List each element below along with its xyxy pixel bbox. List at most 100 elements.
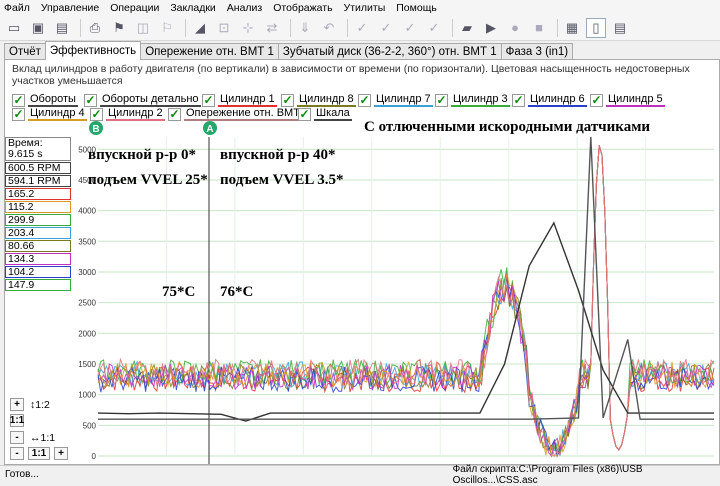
save-as-icon[interactable]: ▤ bbox=[52, 18, 72, 38]
menu-item-3[interactable]: Закладки bbox=[170, 2, 215, 14]
horizontal-ratio-label: ↔1:1 bbox=[30, 431, 56, 444]
menu-item-6[interactable]: Утилиты bbox=[344, 2, 386, 14]
legend-checkbox-icon[interactable]: ✓ bbox=[298, 107, 311, 121]
readout-value-6: 80.66 bbox=[5, 240, 71, 252]
legend-checkbox-icon[interactable]: ✓ bbox=[435, 93, 448, 107]
legend-label: Цилиндр 1 bbox=[218, 93, 277, 107]
tab-0[interactable]: Отчёт bbox=[4, 43, 46, 60]
marker-b-label: B bbox=[92, 124, 99, 135]
legend-item-5[interactable]: ✓ Цилиндр 3 bbox=[435, 93, 510, 107]
zoom-vertical-out-row: - ↔1:1 bbox=[10, 431, 55, 444]
annotation-left-lift: подъем VVEL 25* bbox=[88, 172, 208, 188]
annotation-right-valve: впускной р-р 40* bbox=[220, 147, 336, 163]
zoom-icon[interactable]: ⊡ bbox=[214, 18, 234, 38]
legend-checkbox-icon[interactable]: ✓ bbox=[512, 93, 525, 107]
annotation-left-valve: впускной р-р 0* bbox=[88, 147, 197, 163]
check-prev-icon[interactable]: ✓ bbox=[424, 18, 444, 38]
zoom-vertical-reset-row: 1:1 bbox=[10, 414, 24, 427]
legend-label: Цилиндр 3 bbox=[451, 93, 510, 107]
legend-label: Шкала bbox=[314, 107, 352, 121]
value-readouts: Время: 9.615 s 600.5 RPM 594.1 RPM 165.2 11… bbox=[5, 137, 71, 292]
readout-value-9: 147.9 bbox=[5, 279, 71, 291]
legend-label: Цилиндр 8 bbox=[297, 93, 356, 107]
legend-checkbox-icon[interactable]: ✓ bbox=[590, 93, 603, 107]
tab-2[interactable]: Опережение отн. ВМТ 1 bbox=[140, 43, 279, 60]
record-icon[interactable]: ● bbox=[505, 18, 525, 38]
legend-label: Цилиндр 4 bbox=[28, 107, 87, 121]
legend-label: Обороты детально bbox=[100, 93, 201, 107]
zoom-out-vertical-button[interactable]: - bbox=[10, 431, 24, 444]
legend-checkbox-icon[interactable]: ✓ bbox=[12, 107, 25, 121]
zoom-in-horizontal-button[interactable]: + bbox=[54, 447, 68, 460]
zoom-in-vertical-button[interactable]: + bbox=[10, 398, 24, 411]
report-icon[interactable]: ▤ bbox=[610, 18, 630, 38]
tab-4[interactable]: Фаза 3 (in1) bbox=[500, 43, 574, 60]
zoom-reset-vertical-button[interactable]: 1:1 bbox=[10, 414, 24, 427]
legend-checkbox-icon[interactable]: ✓ bbox=[202, 93, 215, 107]
marker-a-label: A bbox=[206, 124, 213, 135]
legend-item-4[interactable]: ✓ Цилиндр 7 bbox=[358, 93, 433, 107]
legend-checkbox-icon[interactable]: ✓ bbox=[358, 93, 371, 107]
zoom-out-horizontal-button[interactable]: - bbox=[10, 447, 24, 460]
new-file-icon[interactable]: ▭ bbox=[4, 18, 24, 38]
zoom-reset-horizontal-button[interactable]: 1:1 bbox=[28, 447, 50, 460]
stop-icon[interactable]: ■ bbox=[529, 18, 549, 38]
check-icon[interactable]: ✓ bbox=[352, 18, 372, 38]
legend-label: Цилиндр 7 bbox=[374, 93, 433, 107]
legend-item-0[interactable]: ✓ Обороты bbox=[12, 93, 78, 107]
menu-item-4[interactable]: Анализ bbox=[227, 2, 262, 14]
legend-item-8[interactable]: ✓ Цилиндр 4 bbox=[12, 107, 87, 121]
flag-icon[interactable]: ⚐ bbox=[157, 18, 177, 38]
legend-checkbox-icon[interactable]: ✓ bbox=[281, 93, 294, 107]
cursor-icon[interactable]: ⊹ bbox=[238, 18, 258, 38]
pan-icon[interactable]: ⇄ bbox=[262, 18, 282, 38]
legend-item-3[interactable]: ✓ Цилиндр 8 bbox=[281, 93, 356, 107]
legend-item-2[interactable]: ✓ Цилиндр 1 bbox=[202, 93, 277, 107]
tab-1[interactable]: Эффективность bbox=[44, 41, 142, 60]
check-next-icon[interactable]: ✓ bbox=[400, 18, 420, 38]
menu-item-7[interactable]: Помощь bbox=[396, 2, 437, 14]
readout-value-8: 104.2 bbox=[5, 266, 71, 278]
annotation-left-temp: 75*С bbox=[162, 284, 196, 300]
readout-value-1: 594.1 RPM bbox=[5, 175, 71, 187]
check-all-icon[interactable]: ✓ bbox=[376, 18, 396, 38]
menu-item-5[interactable]: Отображать bbox=[273, 2, 332, 14]
cursor-markers: B A bbox=[89, 121, 217, 135]
menu-item-1[interactable]: Управление bbox=[41, 2, 99, 14]
annotation-title: С отлюченными искородными датчиками bbox=[364, 119, 651, 135]
settings-icon[interactable]: ▦ bbox=[562, 18, 582, 38]
legend-item-1[interactable]: ✓ Обороты детально bbox=[84, 93, 201, 107]
zoom-horizontal-row: - 1:1 + bbox=[10, 447, 68, 460]
y-tick-label: 500 bbox=[83, 421, 97, 430]
measure-icon[interactable]: ◢ bbox=[190, 18, 210, 38]
menu-item-2[interactable]: Операции bbox=[110, 2, 159, 14]
menu-bar: Файл Управление Операции Закладки Анализ Отоб… bbox=[0, 0, 720, 15]
layers-icon[interactable]: ◫ bbox=[133, 18, 153, 38]
undo-icon[interactable]: ↶ bbox=[319, 18, 339, 38]
status-text: Готов... bbox=[5, 469, 39, 480]
legend-item-6[interactable]: ✓ Цилиндр 6 bbox=[512, 93, 587, 107]
menu-item-0[interactable]: Файл bbox=[4, 2, 30, 14]
download-icon[interactable]: ⇓ bbox=[295, 18, 315, 38]
tab-bar: Отчёт Эффективность Опережение отн. ВМТ 1З… bbox=[4, 41, 574, 60]
readout-value-3: 115.2 bbox=[5, 201, 71, 213]
page-icon[interactable]: ▯ bbox=[586, 17, 606, 38]
legend-label: Цилиндр 6 bbox=[528, 93, 587, 107]
y-tick-label: 3000 bbox=[78, 268, 96, 277]
tab-3[interactable]: Зубчатый диск (36-2-2, 360°) отн. ВМТ 1 bbox=[277, 43, 502, 60]
open-folder-icon[interactable]: ▰ bbox=[457, 18, 477, 38]
legend-item-7[interactable]: ✓ Цилиндр 5 bbox=[590, 93, 665, 107]
play-icon[interactable]: ▶ bbox=[481, 18, 501, 38]
print-icon[interactable]: ⎙ bbox=[85, 18, 105, 38]
readout-value-4: 299.9 bbox=[5, 214, 71, 226]
y-tick-label: 0 bbox=[92, 452, 97, 461]
save-icon[interactable]: ▣ bbox=[28, 18, 48, 38]
bookmark-icon[interactable]: ⚑ bbox=[109, 18, 129, 38]
y-tick-label: 1000 bbox=[78, 391, 96, 400]
toolbar: ▭ ▣ ▤ ⎙ ⚑ ◫ ⚐ ◢ ⊡ ⊹ ⇄ ⇓ ↶ ✓ ✓ ✓ ✓ ▰ ▶ ● … bbox=[0, 15, 720, 41]
legend-checkbox-icon[interactable]: ✓ bbox=[12, 93, 25, 107]
legend-item-11[interactable]: ✓ Шкала bbox=[298, 107, 352, 121]
legend-checkbox-icon[interactable]: ✓ bbox=[84, 93, 97, 107]
panel-description: Вклад цилиндров в работу двигателя (по в… bbox=[12, 63, 690, 87]
time-readout: Время: 9.615 s bbox=[5, 137, 71, 161]
